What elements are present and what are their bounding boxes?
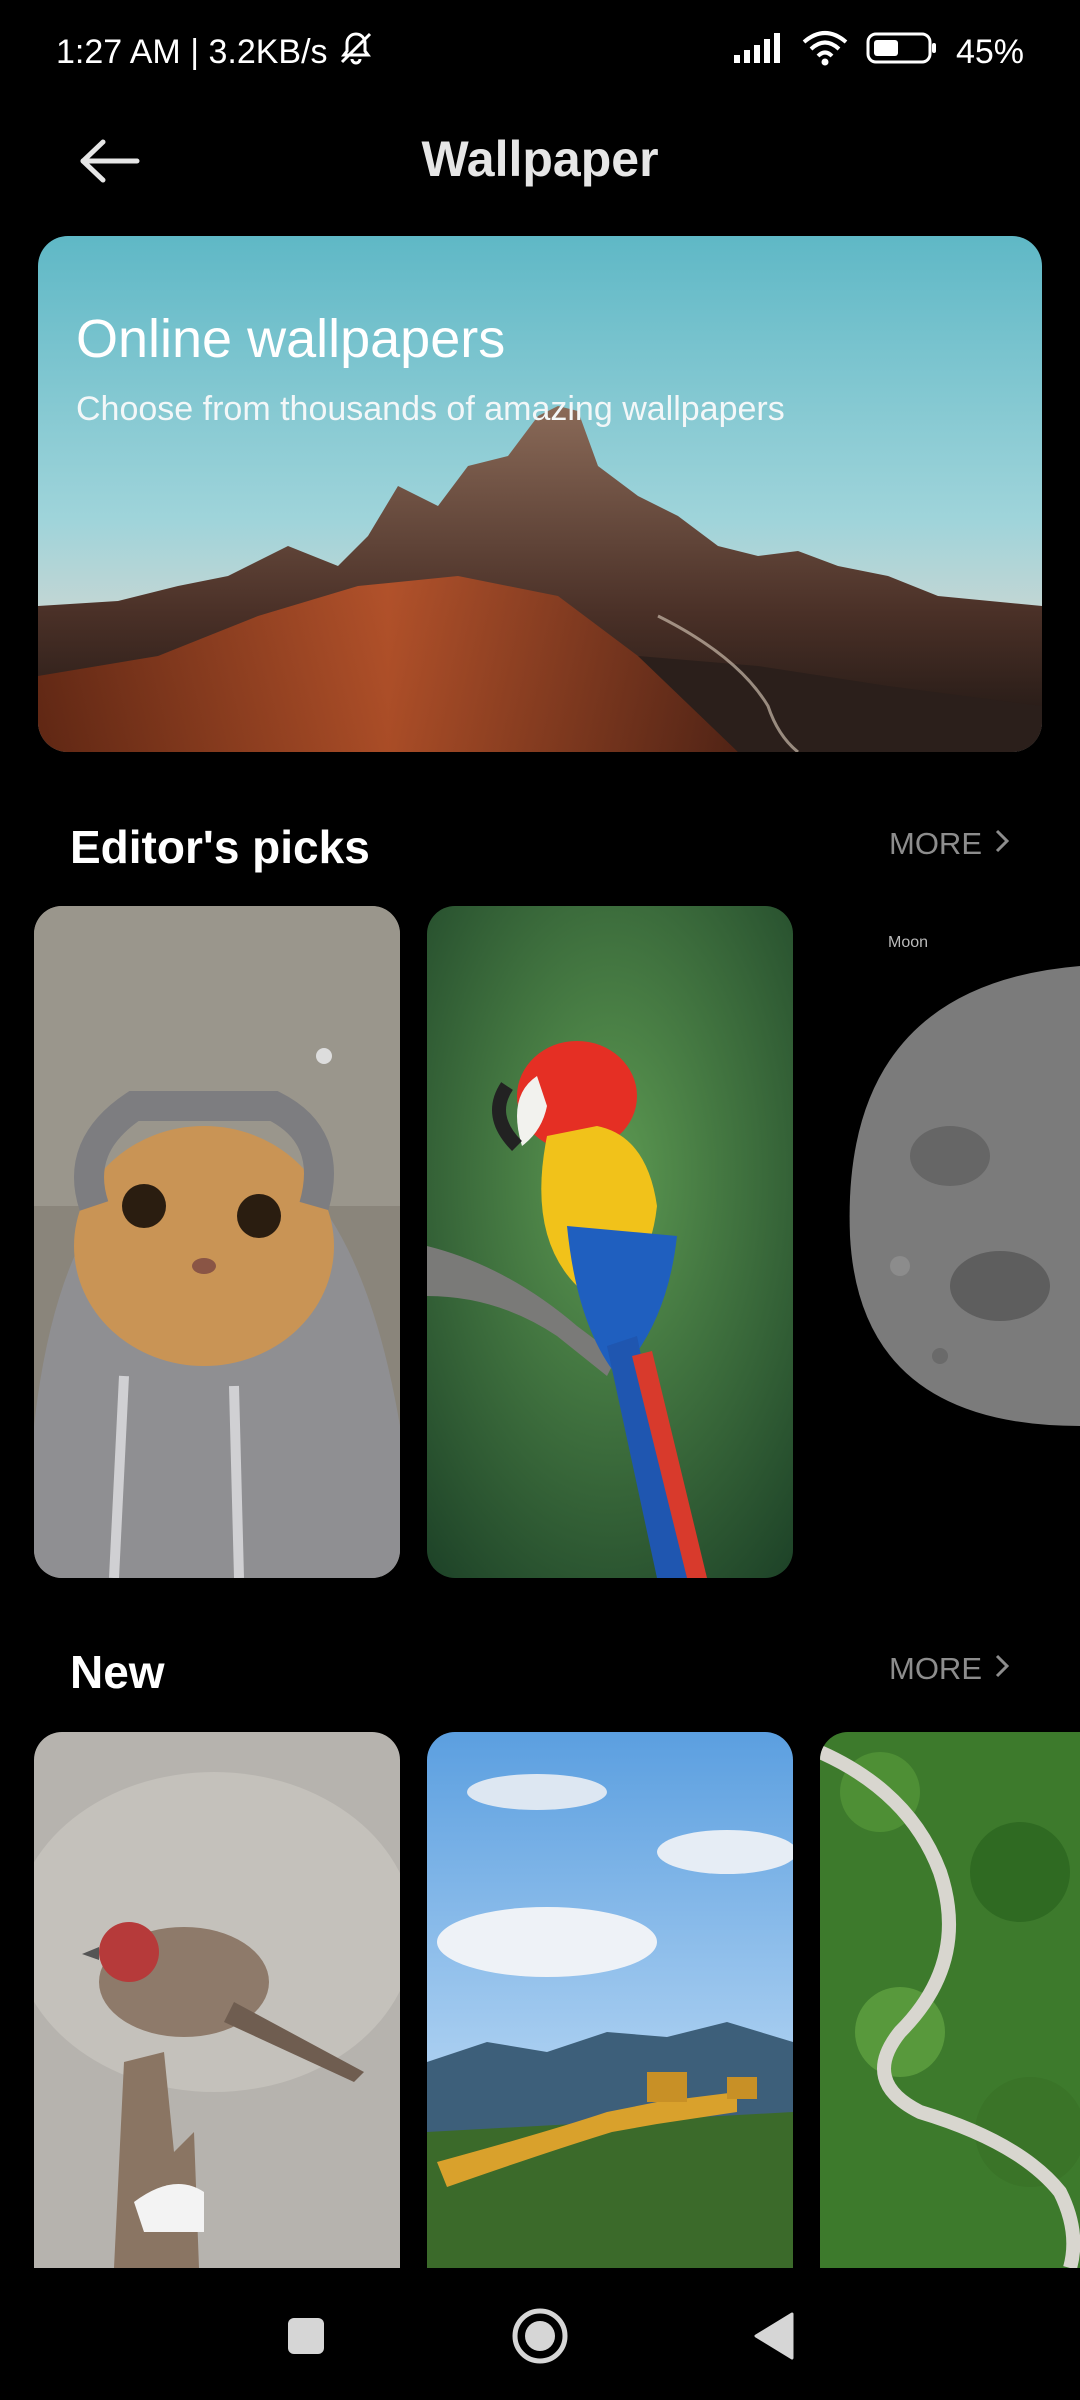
back-nav-button[interactable] <box>744 2308 804 2368</box>
battery-percent: 45% <box>955 33 1024 71</box>
chevron-right-icon <box>994 826 1010 862</box>
online-wallpapers-banner[interactable]: Online wallpapers Choose from thousands … <box>38 236 1042 752</box>
moon-image <box>820 906 1080 1578</box>
section-title-editors-picks: Editor's picks <box>70 821 370 873</box>
status-bar: 1:27 AM | 3.2KB/s 45% <box>0 0 1080 100</box>
banner-title: Online wallpapers <box>76 309 506 369</box>
new-header: New MORE <box>70 1645 1010 1705</box>
circle-home-icon <box>510 2306 570 2371</box>
editors-picks-header: Editor's picks MORE <box>70 820 1010 880</box>
status-time-speed: 1:27 AM | 3.2KB/s <box>56 33 328 71</box>
finch-bird-image <box>34 1732 400 2268</box>
top-app-bar: Wallpaper <box>0 110 1080 210</box>
signal-icon <box>733 33 784 72</box>
wallpaper-card-great-wall[interactable] <box>427 1732 793 2268</box>
great-wall-image <box>427 1732 793 2268</box>
wallpaper-card-finch[interactable] <box>34 1732 400 2268</box>
home-button[interactable] <box>510 2308 570 2368</box>
status-left: 1:27 AM | 3.2KB/s <box>56 30 374 75</box>
recents-button[interactable] <box>276 2308 336 2368</box>
wifi-icon <box>802 30 848 75</box>
status-right: 45% <box>733 30 1024 75</box>
more-label: MORE <box>889 826 982 861</box>
macaw-parrot-image <box>427 906 793 1578</box>
banner-subtitle: Choose from thousands of amazing wallpap… <box>76 390 785 428</box>
cat-hoodie-image <box>34 906 400 1578</box>
wallpaper-card-moon[interactable]: Moon <box>820 906 1080 1578</box>
wallpaper-card-parrot[interactable] <box>427 906 793 1578</box>
triangle-back-icon <box>752 2312 796 2365</box>
editors-picks-more-button[interactable]: MORE <box>889 826 1010 862</box>
winding-road-forest-image <box>820 1732 1080 2268</box>
more-label: MORE <box>889 1651 982 1686</box>
page-title: Wallpaper <box>421 131 659 187</box>
wallpaper-card-cat[interactable] <box>34 906 400 1578</box>
chevron-right-icon <box>994 1651 1010 1687</box>
section-title-new: New <box>70 1646 165 1698</box>
wallpaper-card-winding-road[interactable] <box>820 1732 1080 2268</box>
new-more-button[interactable]: MORE <box>889 1651 1010 1687</box>
system-nav-bar <box>0 2268 1080 2400</box>
battery-icon <box>866 31 938 74</box>
bell-off-icon <box>338 30 374 75</box>
square-recents-icon <box>286 2316 326 2361</box>
moon-tag: Moon <box>888 934 929 951</box>
